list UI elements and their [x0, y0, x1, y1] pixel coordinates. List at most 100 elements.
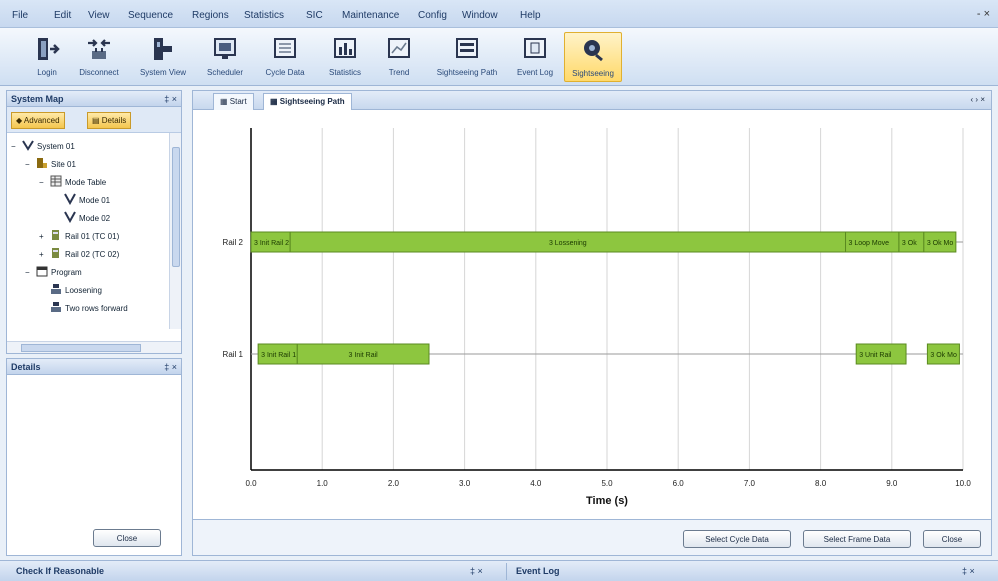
toolbar-label: Disconnect	[79, 68, 119, 77]
tree-expander-icon[interactable]: −	[25, 160, 33, 169]
tree-node[interactable]: Mode 02	[53, 211, 110, 225]
toolbar-event-log-button[interactable]: Event Log	[506, 32, 564, 82]
x-tick-label: 8.0	[815, 479, 827, 488]
menu-item-help[interactable]: Help	[520, 10, 541, 21]
chart-pane: 0.0 1.0 2.0 3.0 4.0 5.0 6.0 7.0 8.0 9.0 10.0 Time (…	[192, 110, 992, 520]
menu-item-regions[interactable]: Regions	[192, 10, 229, 21]
toolbar-scheduler-button[interactable]: Scheduler	[196, 32, 254, 82]
panel-header: System Map ‡ ×	[7, 91, 181, 107]
menu-item-file[interactable]: File	[12, 10, 28, 21]
tree-node[interactable]: Loosening	[39, 283, 102, 297]
tree-node[interactable]: Mode 01	[53, 193, 110, 207]
toolbar: Login Disconnect System View Scheduler C…	[0, 28, 998, 86]
gantt-bar-label: 3 Init Rail 1	[261, 352, 296, 359]
tree-node[interactable]: + Rail 02 (TC 02)	[39, 247, 119, 261]
check-reasonable-panel-title[interactable]: Check If Reasonable	[16, 566, 104, 576]
x-tick-label: 3.0	[459, 479, 471, 488]
panel-title: Details	[11, 362, 41, 372]
x-axis-label: Time (s)	[586, 495, 628, 507]
menu-item-config[interactable]: Config	[418, 10, 447, 21]
select-cycle-data-button[interactable]: Select Cycle Data	[683, 530, 791, 548]
tree-expander-icon[interactable]: +	[39, 232, 47, 241]
table-icon	[50, 175, 62, 189]
tree-node-label: Rail 01 (TC 01)	[65, 231, 120, 241]
tab-sightseeing-path[interactable]: ▦ Sightseeing Path	[263, 93, 352, 110]
details-button[interactable]: ▤ Details	[87, 112, 132, 129]
tab-start[interactable]: ▦ Start	[213, 93, 254, 110]
panel-pin-close-icons[interactable]: ‡ ×	[164, 94, 177, 104]
menu-item-sequence[interactable]: Sequence	[128, 10, 173, 21]
menu-item-view[interactable]: View	[88, 10, 110, 21]
x-tick-label: 5.0	[601, 479, 613, 488]
toolbar-sightseeing-path-button[interactable]: Sightseeing Path	[430, 32, 504, 82]
eye-icon	[584, 40, 603, 62]
tab-navigation-controls[interactable]: ‹ › ×	[971, 95, 985, 104]
menu-item-window[interactable]: Window	[462, 10, 498, 21]
tree-node[interactable]: − System 01	[11, 139, 75, 153]
advanced-button[interactable]: ◆ Advanced	[11, 112, 65, 129]
x-tick-label: 10.0	[955, 479, 971, 488]
rail-icon	[50, 247, 62, 261]
menu-item-maintenance[interactable]: Maintenance	[342, 10, 399, 21]
tree-node-label: Mode 01	[79, 195, 111, 205]
tree-expander-icon[interactable]: −	[39, 178, 47, 187]
gantt-bar-label: 3 Loop Move	[849, 240, 890, 247]
select-frame-data-button[interactable]: Select Frame Data	[803, 530, 911, 548]
tree-node[interactable]: − Mode Table	[39, 175, 106, 189]
tree-horizontal-scrollbar[interactable]	[7, 341, 181, 353]
tree-expander-icon[interactable]: −	[25, 268, 33, 277]
x-tick-label: 9.0	[886, 479, 898, 488]
toolbar-label: Cycle Data	[265, 68, 305, 77]
menu-item-sic[interactable]: SIC	[306, 10, 323, 21]
scroll-thumb[interactable]	[21, 344, 141, 352]
tree-node[interactable]: − Site 01	[25, 157, 76, 171]
tree-node-label: Mode Table	[65, 177, 107, 187]
toolbar-login-button[interactable]: Login	[18, 32, 76, 82]
tree-expander-icon[interactable]: +	[39, 250, 47, 259]
panel-pin-close-icons[interactable]: ‡ ×	[962, 566, 975, 576]
gantt-bar-label: 3 Ok Mo	[930, 352, 957, 359]
toolbar-statistics-button[interactable]: Statistics	[316, 32, 374, 82]
toolbar-label: Event Log	[516, 68, 554, 77]
toolbar-disconnect-button[interactable]: Disconnect	[70, 32, 128, 82]
toolbar-trend-button[interactable]: Trend	[370, 32, 428, 82]
menu-item-statistics[interactable]: Statistics	[244, 10, 284, 21]
system-icon	[22, 139, 34, 153]
tree-vertical-scrollbar[interactable]	[169, 133, 181, 329]
rail-icon	[50, 229, 62, 243]
tree-node[interactable]: − Program	[25, 265, 82, 279]
system-view-icon	[154, 38, 172, 60]
sequence-icon	[50, 283, 62, 297]
door-arrow-icon	[38, 38, 60, 60]
toolbar-system-view-button[interactable]: System View	[134, 32, 192, 82]
tree-node[interactable]: Two rows forward	[39, 301, 128, 315]
gantt-bar-label: 3 Ok	[902, 240, 917, 247]
gantt-bar-label: 3 Init Rail 2	[254, 240, 289, 247]
monitor-icon	[214, 38, 236, 59]
event-log-panel-title[interactable]: Event Log	[516, 566, 560, 576]
x-tick-label: 2.0	[388, 479, 400, 488]
x-tick-label: 4.0	[530, 479, 542, 488]
toolbar-label: Sightseeing Path	[436, 68, 498, 77]
plug-arrows-icon	[88, 39, 110, 59]
tree-expander-icon[interactable]: −	[11, 142, 19, 151]
window-controls[interactable]: - ×	[977, 8, 990, 20]
toolbar-label: Trend	[388, 68, 410, 77]
toolbar-sightseeing-button[interactable]: Sightseeing	[564, 32, 622, 82]
row-label: Rail 2	[223, 238, 244, 247]
close-button[interactable]: Close	[923, 530, 981, 548]
details-close-button[interactable]: Close	[93, 529, 161, 547]
data-window-icon	[274, 38, 296, 58]
panel-pin-close-icons[interactable]: ‡ ×	[164, 362, 177, 372]
x-tick-label: 7.0	[744, 479, 756, 488]
system-map-panel: System Map ‡ × ◆ Advanced ▤ Details − Sys…	[6, 90, 182, 354]
panel-pin-close-icons[interactable]: ‡ ×	[470, 566, 483, 576]
tree-node[interactable]: + Rail 01 (TC 01)	[39, 229, 119, 243]
menu-item-edit[interactable]: Edit	[54, 10, 71, 21]
x-tick-label: 0.0	[245, 479, 257, 488]
toolbar-label: Sightseeing	[572, 69, 614, 78]
toolbar-cycle-data-button[interactable]: Cycle Data	[256, 32, 314, 82]
scroll-thumb[interactable]	[172, 147, 180, 267]
tree-node-label: Rail 02 (TC 02)	[65, 249, 120, 259]
tree-node-label: Site 01	[51, 159, 76, 169]
